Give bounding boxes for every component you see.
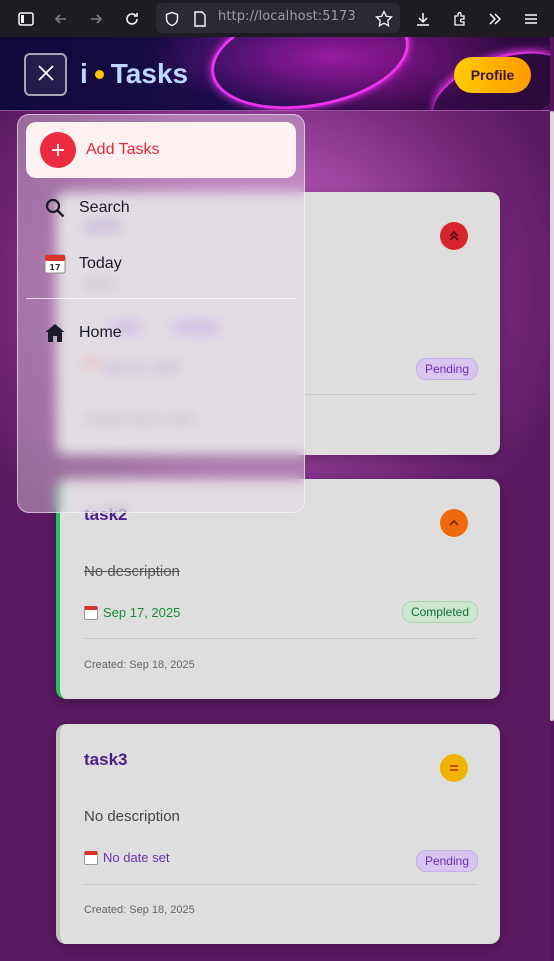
task-due-date: Sep 17, 2025 <box>84 605 180 620</box>
url-host: http://localhost <box>218 9 318 24</box>
plus-icon[interactable] <box>40 132 76 168</box>
url-text[interactable]: http://localhost:5173 <box>218 9 356 24</box>
calendar-icon <box>84 850 98 865</box>
menu-divider <box>26 298 296 299</box>
task-created: Created: Sep 18, 2025 <box>84 904 195 916</box>
browser-toolbar: http://localhost:5173 <box>0 0 554 37</box>
reload-icon[interactable] <box>122 9 142 29</box>
sidebar-item-search[interactable]: Search <box>79 199 130 217</box>
status-badge: Pending <box>415 850 478 872</box>
profile-button[interactable]: Profile <box>454 57 531 93</box>
extensions-icon[interactable] <box>450 9 470 29</box>
shield-icon[interactable] <box>162 9 182 29</box>
neon-decoration <box>202 37 418 111</box>
card-divider <box>84 884 476 885</box>
priority-medium-icon[interactable] <box>440 509 468 537</box>
task-due-text: No date set <box>103 850 170 865</box>
task-card[interactable]: task3 No description No date set Pending… <box>56 724 500 944</box>
status-badge: Completed <box>401 601 478 623</box>
calendar-icon <box>84 605 98 620</box>
logo-i: i <box>80 58 88 89</box>
priority-high-icon[interactable] <box>440 222 468 250</box>
svg-text:17: 17 <box>49 263 60 272</box>
page-icon <box>190 9 210 29</box>
sidebar-toggle-icon[interactable] <box>16 9 36 29</box>
overflow-chevrons-icon[interactable] <box>485 9 505 29</box>
task-due-text: Sep 17, 2025 <box>103 605 181 620</box>
calendar-icon[interactable]: 17 <box>44 252 66 274</box>
app-logo[interactable]: i Tasks <box>80 58 188 90</box>
status-badge: Pending <box>415 358 478 380</box>
url-port: :5173 <box>317 9 356 24</box>
search-icon[interactable] <box>44 197 66 219</box>
home-icon[interactable] <box>44 322 66 344</box>
card-divider <box>84 638 476 639</box>
task-due-date: No date set <box>84 850 170 865</box>
add-tasks-label[interactable]: Add Tasks <box>86 141 160 159</box>
download-icon[interactable] <box>413 9 433 29</box>
bookmark-star-icon[interactable] <box>374 9 394 29</box>
sidebar-item-today[interactable]: Today <box>79 255 122 273</box>
close-icon <box>36 63 56 87</box>
forward-arrow-icon[interactable] <box>86 9 106 29</box>
hamburger-menu-icon[interactable] <box>521 9 541 29</box>
close-menu-button[interactable] <box>24 53 67 96</box>
scrollbar-thumb[interactable] <box>550 111 554 721</box>
priority-low-icon[interactable] <box>440 754 468 782</box>
task-title: task3 <box>84 750 128 769</box>
sidebar-item-home[interactable]: Home <box>79 324 122 342</box>
logo-dot <box>94 69 104 79</box>
logo-text: Tasks <box>110 58 189 89</box>
task-description: No description <box>84 808 180 825</box>
task-created: Created: Sep 18, 2025 <box>84 659 195 671</box>
task-description: No description <box>84 563 180 580</box>
back-arrow-icon[interactable] <box>51 9 71 29</box>
